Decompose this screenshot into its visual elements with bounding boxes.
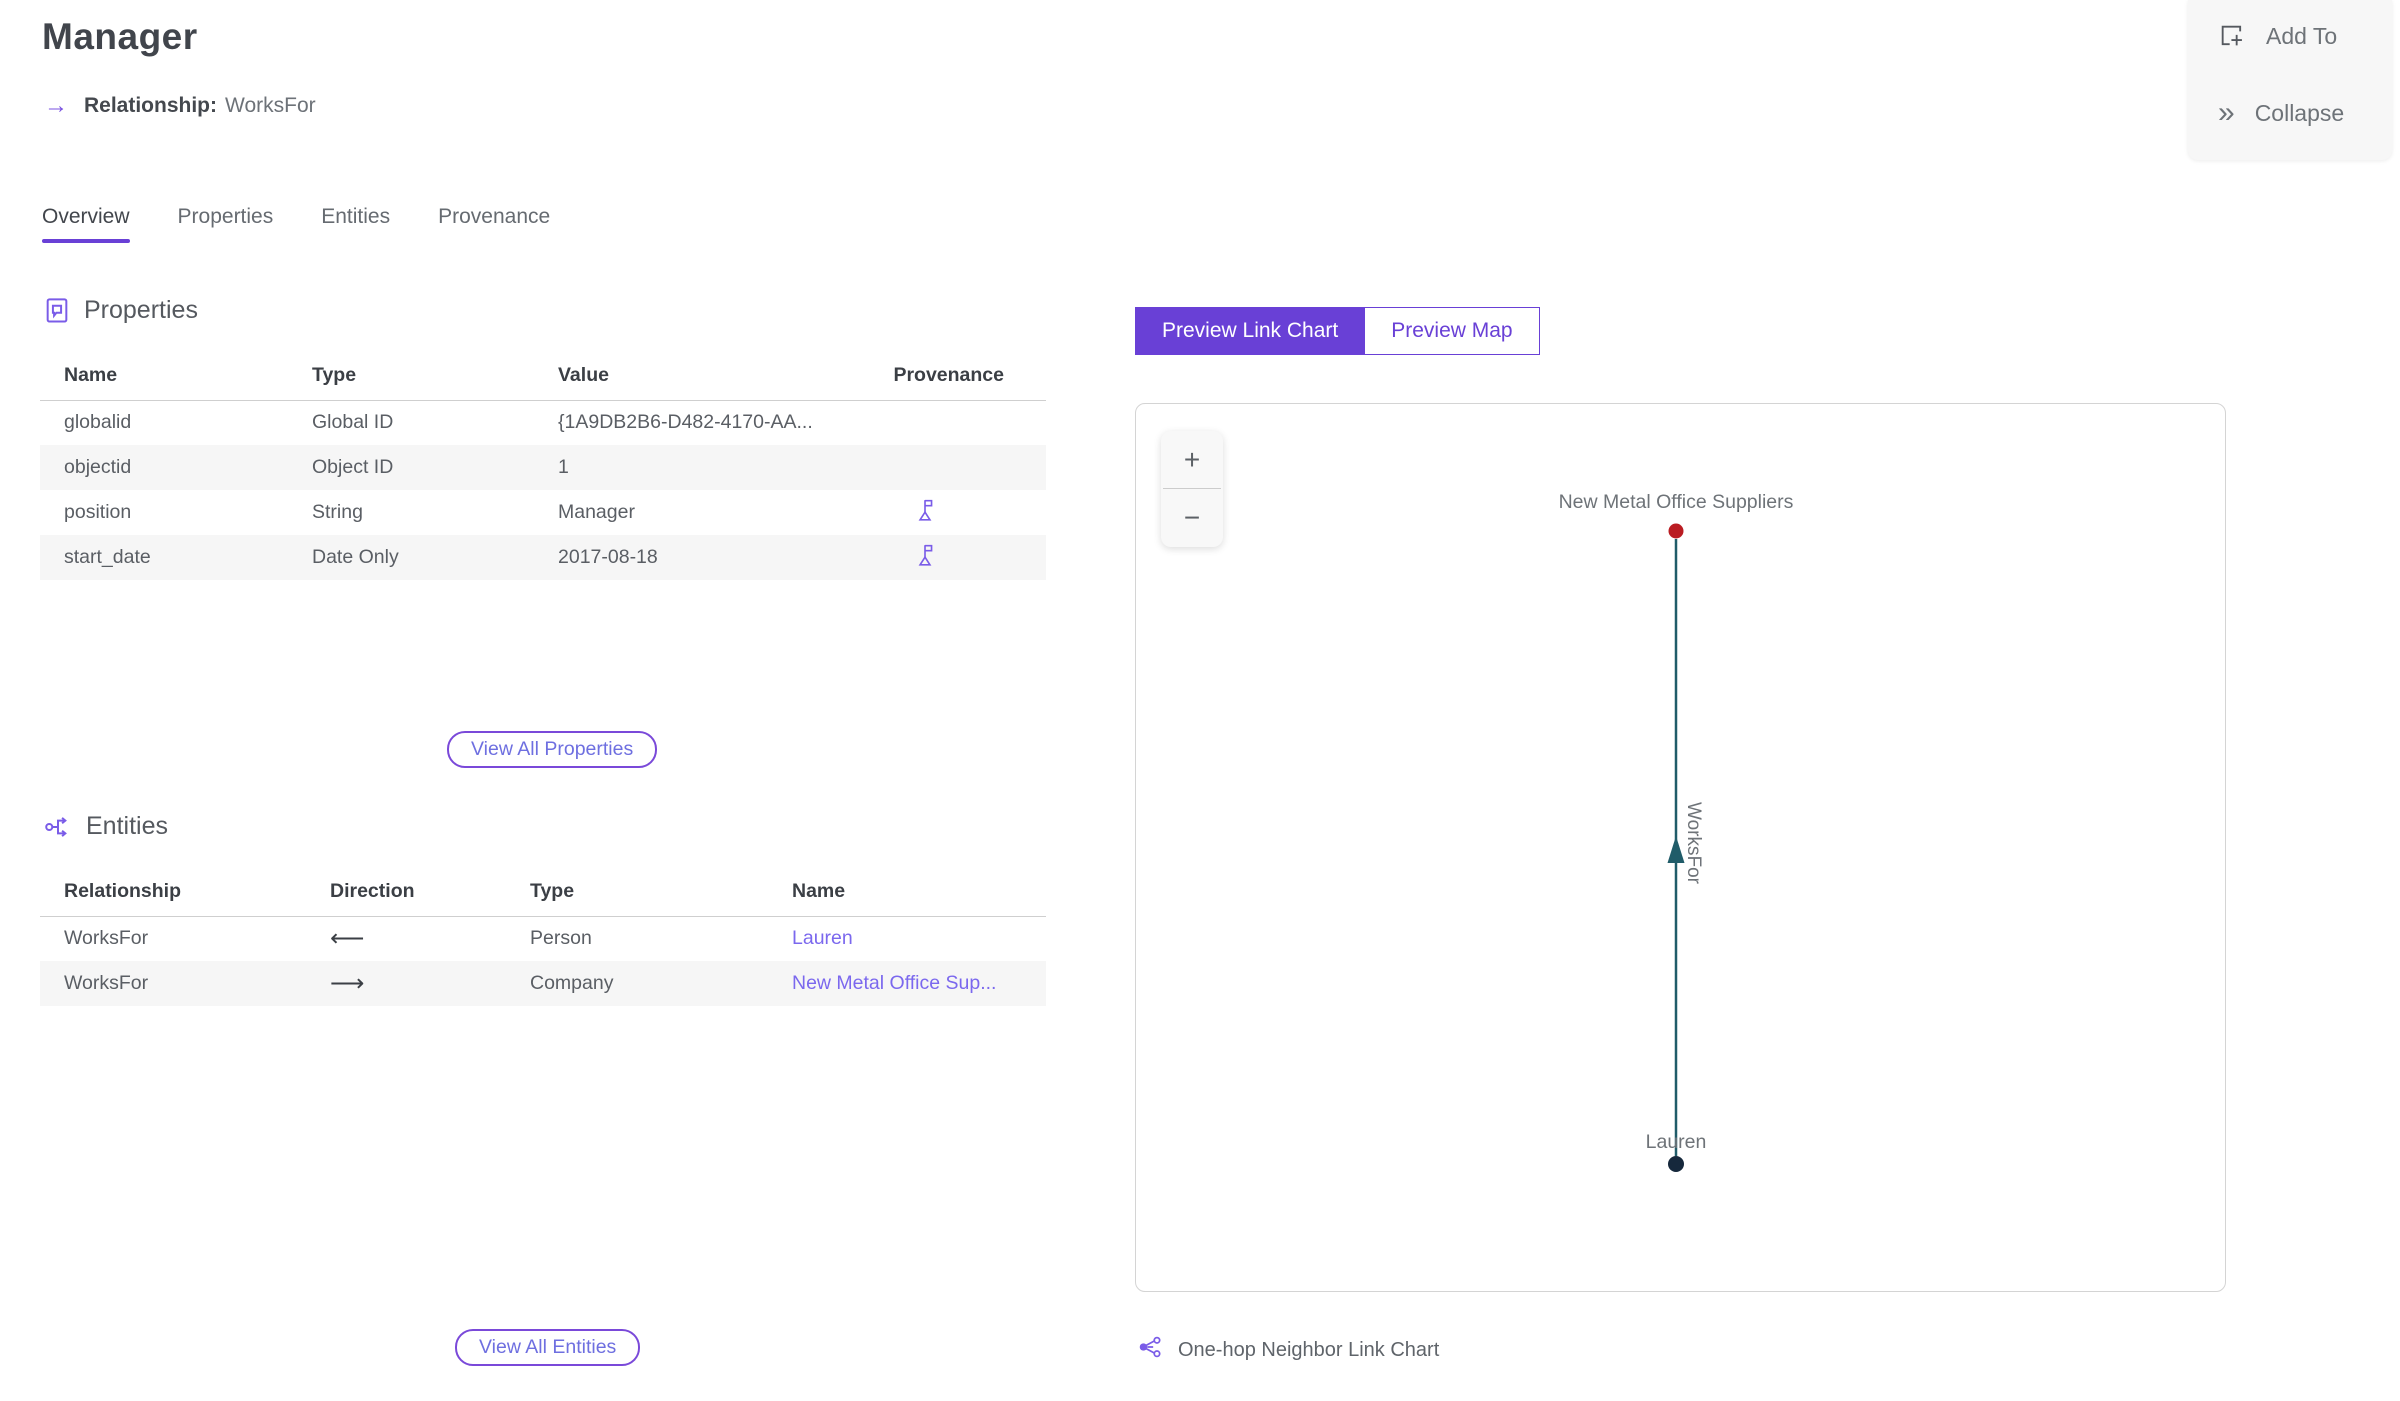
col-relationship: Relationship (64, 880, 182, 903)
collapse-label: Collapse (2254, 99, 2345, 126)
chart-caption: One-hop Neighbor Link Chart (1138, 1335, 1439, 1365)
tab-overview[interactable]: Overview (42, 205, 130, 243)
relationship-arrow-icon: → (44, 92, 68, 119)
prop-value: 2017-08-18 (558, 546, 658, 568)
ent-type: Company (530, 972, 614, 994)
relationship-subtitle: → Relationship: WorksFor (44, 92, 316, 120)
link-chart-icon (44, 814, 72, 840)
edge-arrowhead (1667, 836, 1685, 863)
table-row: objectid Object ID 1 (40, 445, 1046, 490)
preview-toggle: Preview Link Chart Preview Map (1135, 307, 1540, 355)
ent-relationship: WorksFor (64, 927, 149, 950)
col-name: Name (792, 880, 846, 903)
col-direction: Direction (330, 880, 415, 903)
add-to-icon (2218, 22, 2246, 50)
prop-name: start_date (64, 546, 151, 568)
node-company[interactable] (1668, 523, 1684, 539)
collapse-button[interactable]: » Collapse (2218, 98, 2344, 128)
entities-header-row: Relationship Direction Type Name (40, 868, 1046, 916)
collapse-icon: » (2218, 96, 2235, 129)
link-chart-canvas: New Metal Office Suppliers WorksFor Laur… (1559, 491, 1794, 1172)
add-to-label: Add To (2266, 22, 2338, 49)
properties-heading-label: Properties (84, 296, 198, 324)
edge-label: WorksFor (1683, 802, 1704, 885)
add-to-button[interactable]: Add To (2218, 22, 2337, 50)
relationship-label: Relationship: (84, 94, 218, 117)
table-row: position String Manager (40, 490, 1046, 535)
zoom-in-button[interactable]: + (1161, 431, 1223, 488)
properties-section-heading: Properties (44, 296, 198, 325)
prop-value: Manager (558, 501, 635, 523)
table-row: WorksFor ⟶ Company New Metal Office Sup.… (40, 961, 1046, 1006)
table-row: WorksFor ⟵ Person Lauren (40, 916, 1046, 961)
view-all-properties-button[interactable]: View All Properties (447, 731, 658, 768)
zoom-out-button[interactable]: − (1161, 489, 1223, 546)
col-type: Type (530, 880, 575, 903)
entities-table: Relationship Direction Type Name WorksFo… (40, 868, 1046, 1006)
entities-heading-label: Entities (86, 812, 168, 840)
node-label: New Metal Office Suppliers (1559, 491, 1794, 513)
chart-caption-label: One-hop Neighbor Link Chart (1178, 1338, 1440, 1361)
entity-link[interactable]: New Metal Office Sup... (792, 972, 996, 994)
tab-entities[interactable]: Entities (321, 205, 390, 243)
prop-value: {1A9DB2B6-D482-4170-AA... (558, 411, 813, 434)
quick-actions-panel: Add To » Collapse (2188, 0, 2392, 160)
prop-type: Date Only (312, 546, 399, 568)
one-hop-icon (1138, 1335, 1164, 1365)
col-provenance: Provenance (893, 364, 1004, 387)
ent-relationship: WorksFor (64, 972, 149, 994)
provenance-flag-icon[interactable] (916, 544, 934, 572)
node-person[interactable] (1668, 1156, 1684, 1172)
direction-arrow-icon: ⟶ (330, 970, 365, 997)
view-all-entities-button[interactable]: View All Entities (455, 1329, 641, 1366)
prop-type: Global ID (312, 411, 394, 434)
link-chart-preview: New Metal Office Suppliers WorksFor Laur… (1135, 403, 2226, 1292)
prop-value: 1 (558, 456, 569, 478)
tab-provenance[interactable]: Provenance (438, 205, 550, 243)
detail-tabs: Overview Properties Entities Provenance (42, 205, 550, 243)
prop-type: Object ID (312, 456, 394, 478)
preview-link-chart-button[interactable]: Preview Link Chart (1135, 307, 1366, 355)
col-value: Value (558, 364, 609, 387)
ent-type: Person (530, 927, 592, 950)
prop-name: objectid (64, 456, 132, 478)
node-label: Lauren (1646, 1131, 1707, 1153)
page-title: Manager (42, 16, 198, 57)
preview-map-button[interactable]: Preview Map (1365, 307, 1540, 355)
col-name: Name (64, 364, 118, 387)
provenance-flag-icon[interactable] (916, 499, 934, 527)
properties-table: Name Type Value Provenance globalid Glob… (40, 352, 1046, 580)
tab-properties[interactable]: Properties (178, 205, 274, 243)
properties-icon (44, 297, 70, 325)
col-type: Type (312, 364, 357, 387)
zoom-control: + − (1161, 431, 1223, 547)
direction-arrow-icon: ⟵ (330, 925, 365, 953)
table-row: start_date Date Only 2017-08-18 (40, 535, 1046, 580)
properties-header-row: Name Type Value Provenance (40, 352, 1046, 400)
prop-name: position (64, 501, 132, 523)
table-row: globalid Global ID {1A9DB2B6-D482-4170-A… (40, 400, 1046, 445)
relationship-value: WorksFor (225, 94, 316, 117)
prop-name: globalid (64, 411, 132, 434)
entities-section-heading: Entities (44, 812, 168, 841)
prop-type: String (312, 501, 363, 523)
entity-link[interactable]: Lauren (792, 927, 853, 949)
